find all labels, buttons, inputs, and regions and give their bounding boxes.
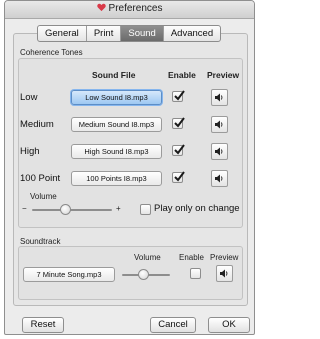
speaker-icon [215,147,223,156]
sound-panel: Coherence Tones Sound File Enable Previe… [13,33,248,306]
play-only-on-change-checkbox[interactable] [140,204,151,215]
checkmark-icon [174,90,185,101]
100-point-enable-checkbox[interactable] [172,171,185,183]
speaker-icon [215,120,223,129]
preview-header: Preview [207,70,240,80]
tab-print[interactable]: Print [87,26,122,41]
tab-advanced[interactable]: Advanced [164,26,220,41]
soundtrack-preview-label: Preview [210,253,239,262]
row-label-medium: Medium [20,119,54,130]
window-title-text: Preferences [108,3,163,14]
medium-sound-file-button[interactable]: Medium Sound I8.mp3 [71,117,162,132]
soundtrack-enable-label: Enable [179,253,204,262]
checkmark-icon [174,117,185,128]
coherence-tones-title: Coherence Tones [20,48,83,57]
100-point-preview-button[interactable] [211,170,228,187]
ok-button[interactable]: OK [208,317,250,333]
soundtrack-volume-label: Volume [134,253,161,262]
high-enable-checkbox[interactable] [172,144,185,156]
reset-button[interactable]: Reset [22,317,64,333]
cancel-button[interactable]: Cancel [150,317,196,333]
volume-minus-label: − [22,204,27,213]
tab-sound[interactable]: Sound [121,26,164,41]
sound-file-header: Sound File [92,70,136,80]
coherence-volume-track[interactable] [32,209,112,211]
medium-enable-checkbox[interactable] [172,117,185,129]
title-bar: Preferences [5,1,254,19]
soundtrack-preview-button[interactable] [216,265,233,282]
row-label-high: High [20,146,40,157]
high-preview-button[interactable] [211,143,228,160]
tab-general[interactable]: General [38,26,87,41]
volume-plus-label: + [116,204,121,213]
medium-preview-button[interactable] [211,116,228,133]
soundtrack-title: Soundtrack [20,237,61,246]
soundtrack-enable-checkbox[interactable] [190,268,201,279]
preferences-window: Preferences General Print Sound Advanced… [4,0,255,335]
speaker-icon [220,269,228,278]
low-enable-checkbox[interactable] [172,90,185,102]
low-sound-file-button[interactable]: Low Sound I8.mp3 [71,90,162,105]
tab-bar: General Print Sound Advanced [37,25,222,42]
checkmark-icon [174,171,185,182]
heart-icon [96,3,106,12]
window-title: Preferences [5,3,254,14]
coherence-volume-label: Volume [30,192,57,201]
row-label-100-point: 100 Point [20,173,61,184]
row-label-low: Low [20,92,38,103]
speaker-icon [215,174,223,183]
checkmark-icon [174,144,185,155]
enable-header: Enable [168,70,196,80]
low-preview-button[interactable] [211,89,228,106]
100-point-sound-file-button[interactable]: 100 Points I8.mp3 [71,171,162,186]
speaker-icon [215,93,223,102]
high-sound-file-button[interactable]: High Sound I8.mp3 [71,144,162,159]
soundtrack-file-button[interactable]: 7 Minute Song.mp3 [23,267,115,282]
play-only-on-change-label: Play only on change [154,203,240,214]
